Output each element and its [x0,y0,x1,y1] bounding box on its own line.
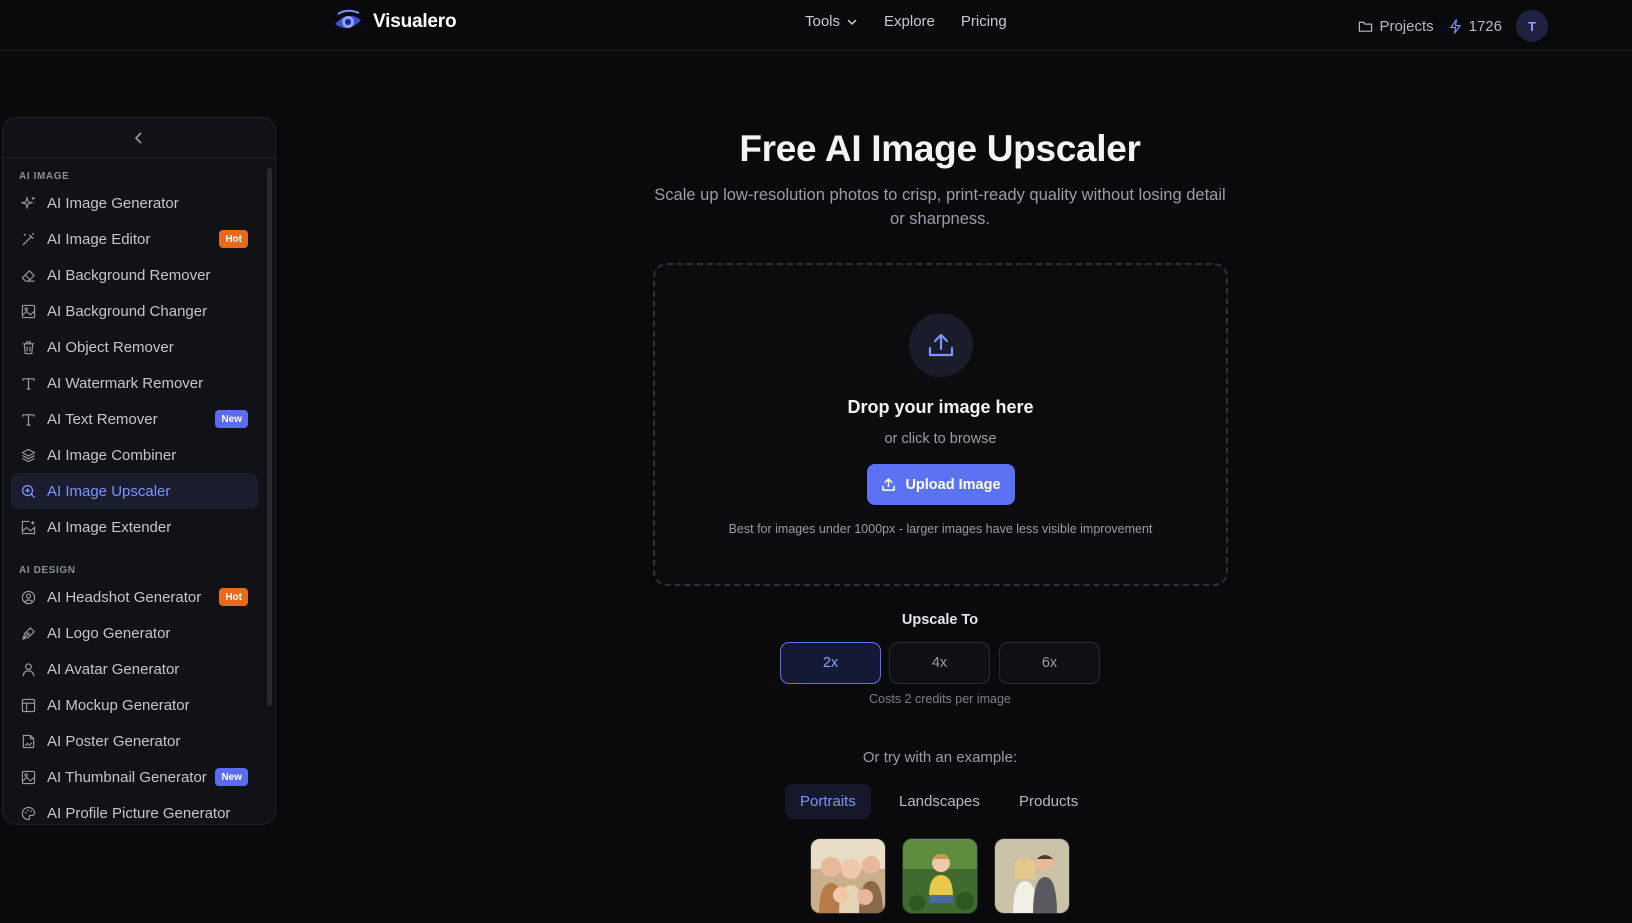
sidebar-item-label: AI Text Remover [47,410,158,428]
sidebar-item-label: AI Background Changer [47,302,208,320]
sidebar-item-ai-profile-picture-generator[interactable]: AI Profile Picture Generator [11,795,258,824]
sidebar-item-label: AI Object Remover [47,338,174,356]
sidebar-item-label: AI Headshot Generator [47,588,202,606]
hot-badge: Hot [219,588,248,606]
example-thumbnail-family[interactable] [810,838,886,914]
hot-badge: Hot [219,230,248,248]
top-navbar: Visualero Tools Explore Pricing Projects… [0,0,1632,51]
upload-dropzone[interactable]: Drop your image here or click to browse … [653,263,1228,586]
zoom-in-icon [21,484,36,498]
image-icon [21,304,36,318]
sidebar-item-ai-text-remover[interactable]: AI Text Remover New [11,401,258,437]
nav-tools-label: Tools [805,13,841,30]
credits-display[interactable]: 1726 [1448,18,1502,35]
projects-label: Projects [1379,17,1434,35]
page-subtitle: Scale up low-resolution photos to crisp,… [654,186,1226,228]
sidebar-item-label: AI Profile Picture Generator [47,804,231,822]
sidebar-item-ai-avatar-generator[interactable]: AI Avatar Generator [11,651,258,687]
sidebar-item-label: AI Image Generator [47,194,179,212]
upload-image-button[interactable]: Upload Image [867,464,1015,505]
family-photo-image [811,839,885,913]
tab-landscapes[interactable]: Landscapes [884,784,995,819]
credits-count: 1726 [1468,17,1502,35]
dropzone-title: Drop your image here [847,397,1034,417]
sidebar-item-label: AI Watermark Remover [47,374,204,392]
eye-logo-icon [335,9,361,29]
sidebar-item-ai-image-editor[interactable]: AI Image Editor Hot [11,221,258,257]
nav-pricing[interactable]: Pricing [961,13,1007,30]
example-thumbnail-child-garden[interactable] [902,838,978,914]
brand-logo[interactable]: Visualero [333,8,457,36]
lightning-icon [1449,18,1461,34]
cost-note: Costs 2 credits per image [869,692,1011,706]
sidebar-item-label: AI Image Upscaler [47,482,171,500]
sidebar-item-label: AI Image Editor [47,230,151,248]
sidebar-item-label: AI Avatar Generator [47,660,180,678]
nav-tools[interactable]: Tools [805,13,858,30]
dropzone-hint: Best for images under 1000px - larger im… [728,522,1153,536]
text-icon [22,413,35,426]
sidebar-item-ai-image-upscaler[interactable]: AI Image Upscaler [11,473,258,509]
upload-icon [928,333,954,357]
nav-explore[interactable]: Explore [884,13,935,30]
projects-link[interactable]: Projects [1358,17,1434,35]
main-nav: Tools Explore Pricing [805,13,1007,30]
file-image-icon [22,734,35,748]
chevron-down-icon [847,18,857,25]
header-actions: Projects 1726 T [1358,10,1548,42]
sidebar-item-ai-background-remover[interactable]: AI Background Remover [11,257,258,293]
sidebar-item-label: AI Thumbnail Generator [47,768,207,786]
nav-pricing-label: Pricing [960,13,1007,30]
magic-wand-icon [22,232,35,246]
sidebar-item-ai-object-remover[interactable]: AI Object Remover [11,329,258,365]
user-icon [22,662,35,676]
brand-name: Visualero [373,11,457,32]
nav-explore-label: Explore [884,13,935,30]
tab-products[interactable]: Products [1004,784,1093,819]
sidebar-item-ai-background-changer[interactable]: AI Background Changer [11,293,258,329]
sidebar-item-ai-image-generator[interactable]: AI Image Generator [11,185,258,221]
trash-icon [22,340,35,354]
examples-label: Or try with an example: [862,749,1018,766]
new-badge: New [215,410,248,428]
scale-option-6x[interactable]: 6x [999,642,1100,684]
eraser-icon [21,269,35,282]
couple-photo-image [995,839,1069,913]
sidebar-item-label: AI Poster Generator [47,732,181,750]
sidebar-item-ai-headshot-generator[interactable]: AI Headshot Generator Hot [11,579,258,615]
sidebar-item-label: AI Background Remover [47,266,211,284]
sidebar-item-label: AI Image Extender [47,518,172,536]
example-thumbnail-couple[interactable] [994,838,1070,914]
sidebar-item-label: AI Image Combiner [47,446,177,464]
sidebar-list: AI IMAGE AI Image Generator AI Image Edi… [3,159,275,824]
sidebar-item-ai-watermark-remover[interactable]: AI Watermark Remover [11,365,258,401]
folder-icon [1359,21,1373,32]
text-icon [22,377,35,390]
user-circle-icon [21,590,36,604]
child-garden-image [903,839,977,913]
tools-sidebar: AI IMAGE AI Image Generator AI Image Edi… [2,117,276,825]
sidebar-item-ai-image-combiner[interactable]: AI Image Combiner [11,437,258,473]
layers-icon [21,448,36,462]
upload-icon-circle [909,313,973,377]
image-icon [21,770,36,784]
user-avatar[interactable]: T [1516,10,1548,42]
section-title-ai-design: AI DESIGN [19,565,76,576]
sidebar-item-ai-image-extender[interactable]: AI Image Extender [11,509,258,545]
dropzone-subtitle: or click to browse [884,431,997,447]
image-plus-icon [21,520,36,534]
sparkles-icon [21,195,35,210]
upload-icon [882,478,896,491]
tab-portraits[interactable]: Portraits [785,784,871,819]
palette-icon [21,806,36,820]
upscale-label: Upscale To [901,612,979,628]
page-title: Free AI Image Upscaler [739,128,1141,169]
upload-button-label: Upload Image [905,476,1001,493]
new-badge: New [215,768,248,786]
scale-option-4x[interactable]: 4x [889,642,990,684]
scale-option-2x[interactable]: 2x [780,642,881,684]
